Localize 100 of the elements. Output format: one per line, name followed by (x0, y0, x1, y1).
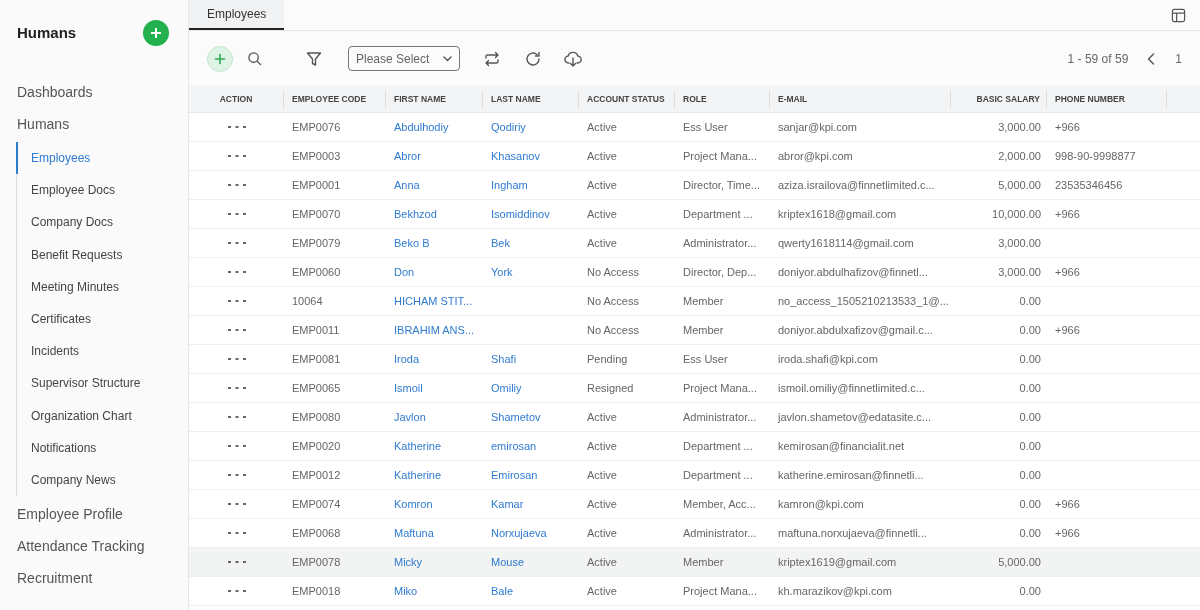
name-link[interactable]: Maftuna (394, 526, 434, 539)
column-header[interactable]: E-MAIL (778, 92, 808, 106)
more-icon[interactable] (227, 560, 246, 564)
name-link[interactable]: Don (394, 265, 415, 278)
name-link[interactable]: Abdulhodiy (394, 120, 449, 133)
name-link[interactable]: Katherine (394, 468, 442, 481)
sidebar-item[interactable]: Recruitment (0, 562, 188, 595)
sidebar-subitem[interactable]: Employee Docs (16, 174, 188, 207)
table-cell: Resigned (587, 381, 634, 394)
name-link[interactable]: Shametov (491, 410, 541, 423)
name-link[interactable]: Emirosan (491, 468, 538, 481)
tab[interactable]: Employees (189, 0, 285, 30)
sidebar-subitem[interactable]: Company News (16, 463, 188, 497)
more-icon[interactable] (227, 415, 246, 419)
more-icon[interactable] (227, 444, 246, 448)
table-cell: EMP0081 (292, 352, 341, 365)
more-icon[interactable] (227, 299, 246, 303)
sidebar-item[interactable]: Attendance Tracking (0, 530, 188, 563)
name-link[interactable]: Micky (394, 555, 423, 568)
name-link[interactable]: Bale (491, 584, 514, 597)
name-link[interactable]: Miko (394, 584, 418, 597)
swap-icon[interactable] (484, 50, 500, 67)
sidebar-subitem[interactable]: Supervisor Structure (16, 367, 188, 400)
sidebar-item[interactable]: Humans (0, 108, 188, 140)
sidebar-subitem[interactable]: Company Docs (16, 206, 188, 239)
sidebar-subitem[interactable]: Notifications (16, 431, 188, 464)
name-link[interactable]: Abror (394, 149, 421, 162)
page-number[interactable]: 1 (1175, 49, 1182, 68)
table-row[interactable]: EMP0078 Micky Mouse Active Member kriptex1619@gmail.com 5,000.00 (189, 548, 1200, 577)
column-header[interactable]: BASIC SALARY (976, 92, 1040, 106)
name-link[interactable]: Norxujaeva (491, 526, 547, 539)
cloud-download-icon[interactable] (564, 50, 582, 67)
more-icon[interactable] (227, 270, 246, 274)
filter-icon[interactable] (306, 50, 322, 67)
name-link[interactable]: Beko B (394, 236, 430, 249)
column-header[interactable]: ACTION (219, 92, 253, 106)
name-link[interactable]: Qodiriy (491, 120, 526, 133)
more-icon[interactable] (227, 154, 246, 158)
refresh-icon[interactable] (525, 50, 541, 67)
sidebar-item[interactable]: Dashboards (0, 76, 188, 108)
name-link[interactable]: Iroda (394, 352, 420, 365)
column-header[interactable]: ROLE (683, 92, 707, 106)
more-icon[interactable] (227, 125, 246, 129)
name-link[interactable]: HICHAM STIT... (394, 294, 473, 307)
column-header[interactable]: PHONE NUMBER (1055, 92, 1125, 106)
search-icon[interactable] (247, 51, 262, 66)
name-link[interactable]: Ingham (491, 178, 528, 191)
more-icon[interactable] (227, 241, 246, 245)
name-link[interactable]: Isomiddinov (491, 207, 550, 220)
layout-icon[interactable] (1171, 7, 1186, 23)
table-cell: Active (587, 468, 617, 481)
name-link[interactable]: emirosan (491, 439, 537, 452)
more-icon[interactable] (227, 531, 246, 535)
name-link[interactable]: IBRAHIM ANS... (394, 323, 475, 336)
name-link[interactable]: York (491, 265, 513, 278)
table-cell: 23535346456 (1055, 178, 1123, 191)
add-button[interactable] (143, 20, 169, 46)
column-header[interactable]: LAST NAME (491, 92, 541, 106)
table-cell: Administrator... (683, 526, 757, 539)
name-link[interactable]: Bekhzod (394, 207, 437, 220)
name-link[interactable]: Omiliy (491, 381, 522, 394)
more-icon[interactable] (227, 589, 246, 593)
name-link[interactable]: Mouse (491, 555, 525, 568)
table-cell: 0.00 (1019, 381, 1041, 394)
table-cell: abror@kpi.com (778, 149, 853, 162)
table-cell: kemirosan@financialit.net (778, 439, 905, 452)
name-link[interactable]: Khasanov (491, 149, 540, 162)
column-header[interactable]: EMPLOYEE CODE (292, 92, 367, 106)
sidebar-subitem[interactable]: Organization Chart (16, 399, 188, 432)
name-link[interactable]: Komron (394, 497, 433, 510)
name-link[interactable]: Anna (394, 178, 420, 191)
more-icon[interactable] (227, 212, 246, 216)
table-cell: Active (587, 439, 617, 452)
name-link[interactable]: Bek (491, 236, 510, 249)
table-cell: Member (683, 323, 724, 336)
more-icon[interactable] (227, 357, 246, 361)
chevron-left-icon[interactable] (1147, 52, 1156, 65)
table-cell: Active (587, 236, 617, 249)
table-cell: kriptex1619@gmail.com (778, 555, 897, 568)
sidebar-subitem[interactable]: Certificates (16, 302, 188, 336)
name-link[interactable]: Javlon (394, 410, 426, 423)
select-field[interactable]: Please Select (348, 46, 460, 71)
sidebar-subitem[interactable]: Benefit Requests (16, 238, 188, 271)
more-icon[interactable] (227, 328, 246, 332)
more-icon[interactable] (227, 502, 246, 506)
sidebar-subitem[interactable]: Incidents (16, 335, 188, 368)
name-link[interactable]: Kamar (491, 497, 524, 510)
name-link[interactable]: Katherine (394, 439, 442, 452)
column-header[interactable]: FIRST NAME (394, 92, 446, 106)
table-cell: Active (587, 207, 617, 220)
more-icon[interactable] (227, 386, 246, 390)
name-link[interactable]: Shafi (491, 352, 517, 365)
more-icon[interactable] (227, 473, 246, 477)
table-cell: kh.marazikov@kpi.com (778, 584, 892, 597)
more-icon[interactable] (227, 183, 246, 187)
sidebar-item[interactable]: Employee Profile (0, 498, 188, 531)
table-cell: EMP0068 (292, 526, 341, 539)
sidebar-subitem[interactable]: Meeting Minutes (16, 270, 188, 303)
name-link[interactable]: Ismoil (394, 381, 423, 394)
column-header[interactable]: ACCOUNT STATUS (587, 92, 665, 106)
